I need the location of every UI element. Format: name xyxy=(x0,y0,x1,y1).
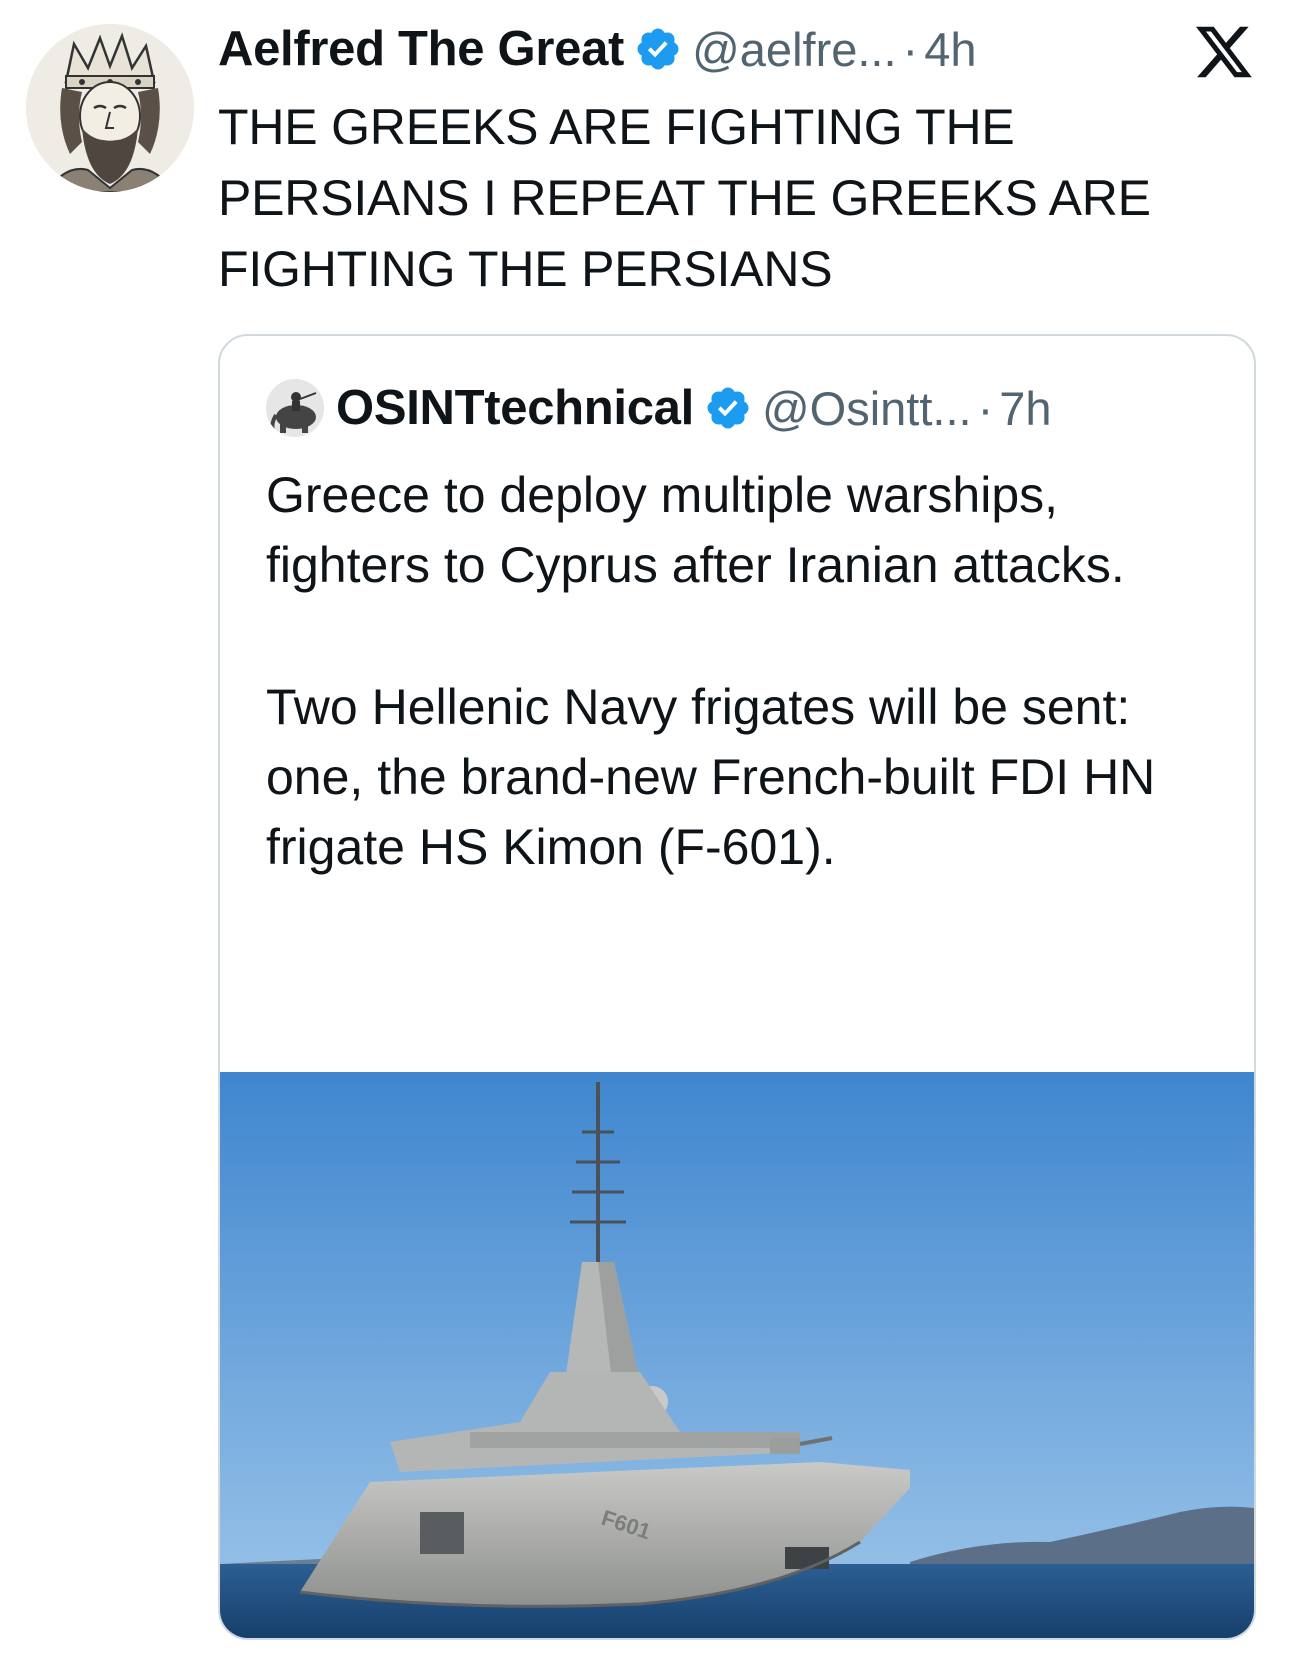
tweet-header: Aelfred The Great @aelfre... · 4h xyxy=(218,16,976,82)
quoted-paragraph: Greece to deploy multiple warships, figh… xyxy=(266,467,1125,593)
header-separator: · xyxy=(902,22,919,76)
verified-badge-icon xyxy=(634,25,682,73)
quoted-author-handle[interactable]: @Osintt... xyxy=(762,381,972,436)
quoted-header-separator: · xyxy=(977,381,994,435)
frigate-photo-icon: F601 xyxy=(220,1072,1254,1638)
author-display-name[interactable]: Aelfred The Great xyxy=(218,21,624,77)
quoted-author-avatar[interactable] xyxy=(266,379,324,437)
quoted-tweet-timestamp[interactable]: 7h xyxy=(999,381,1051,436)
x-logo-icon[interactable] xyxy=(1196,26,1252,78)
author-handle[interactable]: @aelfre... xyxy=(692,22,896,77)
author-avatar[interactable] xyxy=(26,24,194,192)
tweet-timestamp[interactable]: 4h xyxy=(924,22,976,77)
quoted-tweet-card[interactable]: OSINTtechnical @Osintt... · 7h Greece to… xyxy=(218,334,1256,1640)
tweet-body-text: THE GREEKS ARE FIGHTING THE PERSIANS I R… xyxy=(218,99,1151,297)
quoted-tweet-body: Greece to deploy multiple warships, figh… xyxy=(266,460,1226,882)
quoted-paragraph: Two Hellenic Navy frigates will be sent:… xyxy=(266,679,1156,875)
verified-badge-icon xyxy=(704,384,752,432)
quoted-author-display-name[interactable]: OSINTtechnical xyxy=(336,380,694,436)
quoted-tweet-header: OSINTtechnical @Osintt... · 7h xyxy=(266,376,1052,440)
soldier-on-elephant-icon xyxy=(266,379,324,437)
king-portrait-icon xyxy=(26,24,194,192)
frigate-photo[interactable]: F601 xyxy=(220,1072,1254,1638)
